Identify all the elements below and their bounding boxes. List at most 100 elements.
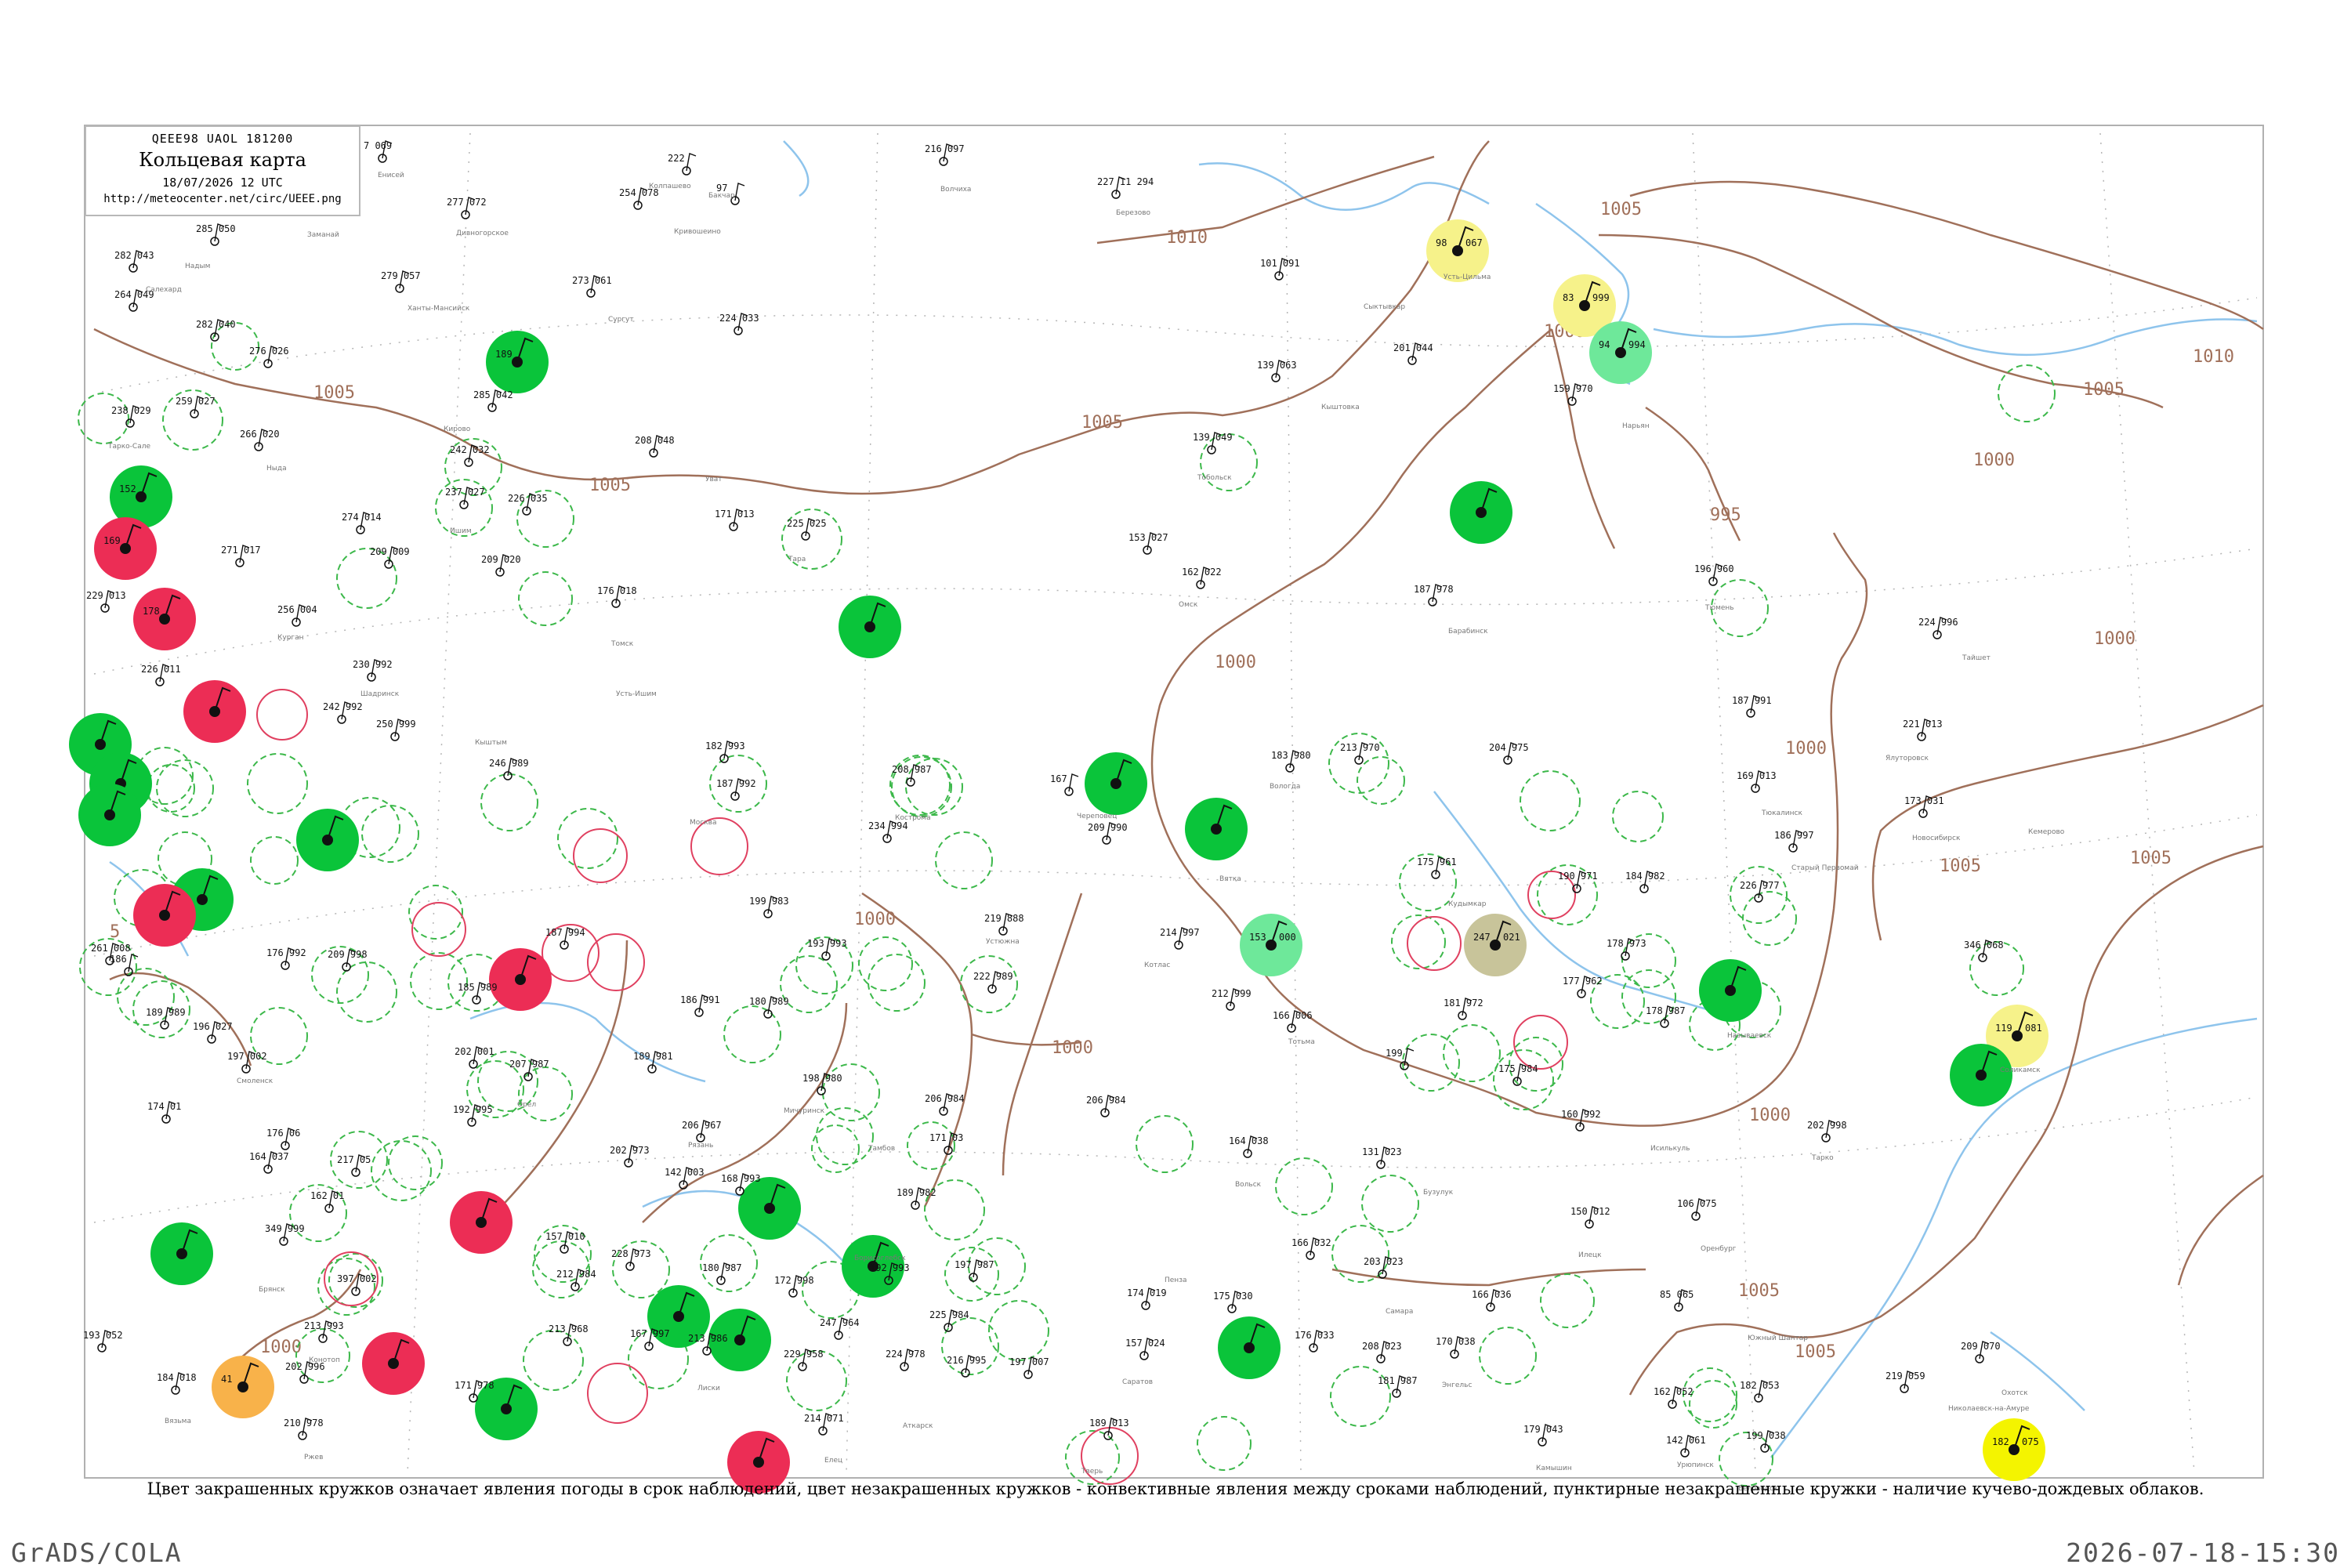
station-value-label: 285 042	[473, 389, 513, 400]
station-marker[interactable]	[1218, 1316, 1281, 1379]
station-value-label: 285 050	[196, 223, 236, 234]
isobar-label: 1000	[1785, 739, 1827, 759]
station-value-label: 174 019	[1127, 1287, 1167, 1298]
station-marker[interactable]: 178	[133, 588, 196, 650]
station-temp: 152	[119, 483, 136, 494]
place-label: Тюкалинск	[1761, 809, 1802, 817]
station-marker[interactable]	[489, 948, 552, 1011]
station-temp: 178	[143, 606, 160, 617]
station-value-label: 178 987	[1646, 1005, 1686, 1016]
station-value-label: 203 023	[1364, 1256, 1404, 1267]
place-label: Саратов	[1122, 1378, 1153, 1386]
station-marker[interactable]	[450, 1191, 513, 1254]
station-value-label: 197 002	[227, 1051, 267, 1062]
place-label: Устюжна	[986, 938, 1020, 946]
station-marker[interactable]	[1450, 481, 1512, 544]
station-marker[interactable]	[1950, 1044, 2012, 1106]
place-label: Ржев	[304, 1454, 323, 1461]
place-label: Елец	[824, 1457, 842, 1465]
station-value-label: 206 967	[682, 1120, 722, 1131]
place-label: Усть-Цильма	[1444, 273, 1491, 281]
station-value-label: 208 023	[1362, 1341, 1402, 1352]
station-value-label: 182 053	[1740, 1380, 1780, 1391]
map-url: http://meteocenter.net/circ/UEEE.png	[103, 193, 342, 205]
isobar-label: 1005	[1795, 1342, 1836, 1362]
station-value-label: 346 068	[1964, 940, 2004, 951]
station-pressure: 021	[1503, 932, 1520, 943]
map-header: QEEE98 UAOL 181200 Кольцевая карта 18/07…	[85, 125, 360, 216]
station-marker[interactable]: 182 075	[1983, 1418, 2045, 1481]
station-temp: 247	[1473, 932, 1491, 943]
isobar-label: 1005	[313, 383, 355, 403]
station-value-label: 198 980	[802, 1073, 842, 1084]
station-value-label: 225 025	[787, 518, 827, 529]
station-marker[interactable]: 98 067	[1426, 219, 1489, 282]
station-value-label: 181 987	[1378, 1375, 1418, 1386]
place-label: Исилькуль	[1650, 1145, 1690, 1153]
station-value-label: 166 032	[1291, 1237, 1331, 1248]
place-label: Вологда	[1270, 783, 1300, 791]
station-marker[interactable]	[362, 1332, 425, 1395]
station-value-label: 177 962	[1563, 976, 1603, 987]
station-value-label: 171 013	[715, 509, 755, 520]
place-label: Вязьма	[165, 1418, 191, 1425]
station-value-label: 209 009	[370, 546, 410, 557]
station-marker[interactable]	[738, 1177, 801, 1240]
place-label: Орел	[517, 1101, 536, 1109]
station-value-label: 217 05	[337, 1154, 371, 1165]
station-value-label: 219 059	[1886, 1371, 1925, 1382]
isobar-label: 1000	[2094, 629, 2135, 649]
place-label: Называевск	[1727, 1032, 1772, 1040]
station-marker[interactable]	[839, 596, 901, 658]
station-temp: 41	[221, 1374, 232, 1385]
station-marker[interactable]	[183, 680, 246, 743]
station-pressure: 999	[1592, 292, 1610, 303]
station-marker[interactable]: 94 994	[1589, 321, 1652, 384]
place-label: Енисей	[378, 172, 404, 179]
station-value-label: 85 065	[1660, 1289, 1694, 1300]
station-marker[interactable]	[133, 884, 196, 947]
place-label: Москва	[690, 819, 716, 827]
station-value-label: 224 978	[886, 1349, 926, 1360]
station-temp: 94	[1599, 339, 1610, 350]
place-label: Кыштым	[475, 739, 507, 747]
station-value-label: 261 008	[91, 943, 131, 954]
isobar-label: 1010	[1166, 228, 1208, 248]
station-value-label: 187 991	[1732, 695, 1772, 706]
station-value-label: 247 964	[820, 1317, 860, 1328]
station-value-label: 193 052	[83, 1330, 123, 1341]
station-marker[interactable]	[1085, 752, 1147, 815]
station-marker[interactable]: 41	[212, 1356, 274, 1418]
station-marker[interactable]	[1699, 959, 1762, 1022]
place-label: Сургут	[608, 316, 634, 324]
station-value-label: 199 983	[749, 896, 789, 907]
station-marker[interactable]	[296, 809, 359, 871]
station-value-label: 167 997	[630, 1328, 670, 1339]
station-value-label: 164 037	[249, 1151, 289, 1162]
station-marker[interactable]: 169	[94, 517, 157, 580]
station-value-label: 171 978	[455, 1380, 494, 1391]
isobar-label: 1000	[1052, 1038, 1093, 1058]
place-label: Сыктывкар	[1364, 303, 1405, 311]
station-marker[interactable]: 247 021	[1464, 914, 1527, 976]
station-marker[interactable]: 189	[486, 331, 549, 393]
station-value-label: 166 006	[1273, 1010, 1313, 1021]
station-value-label: 196 027	[193, 1021, 233, 1032]
isobar-label: 1000	[1973, 451, 2015, 470]
station-value-label: 226 977	[1740, 880, 1780, 891]
station-pressure: 994	[1628, 339, 1646, 350]
station-marker[interactable]	[78, 784, 141, 846]
station-marker[interactable]	[1185, 798, 1248, 860]
station-value-label: 224 033	[719, 313, 759, 324]
station-value-label: 162 052	[1654, 1386, 1694, 1397]
isobar-label: 1005	[589, 476, 631, 495]
station-marker[interactable]: 153 000	[1240, 914, 1302, 976]
station-value-label: 178 973	[1607, 938, 1646, 949]
station-value-label: 185 989	[458, 982, 498, 993]
station-value-label: 221 013	[1903, 719, 1943, 730]
place-label: Ялуторовск	[1886, 755, 1929, 762]
station-value-label: 227 11 294	[1097, 176, 1154, 187]
station-marker[interactable]	[150, 1222, 213, 1285]
place-label: Волчиха	[940, 186, 971, 194]
station-value-label: 209 998	[328, 949, 368, 960]
